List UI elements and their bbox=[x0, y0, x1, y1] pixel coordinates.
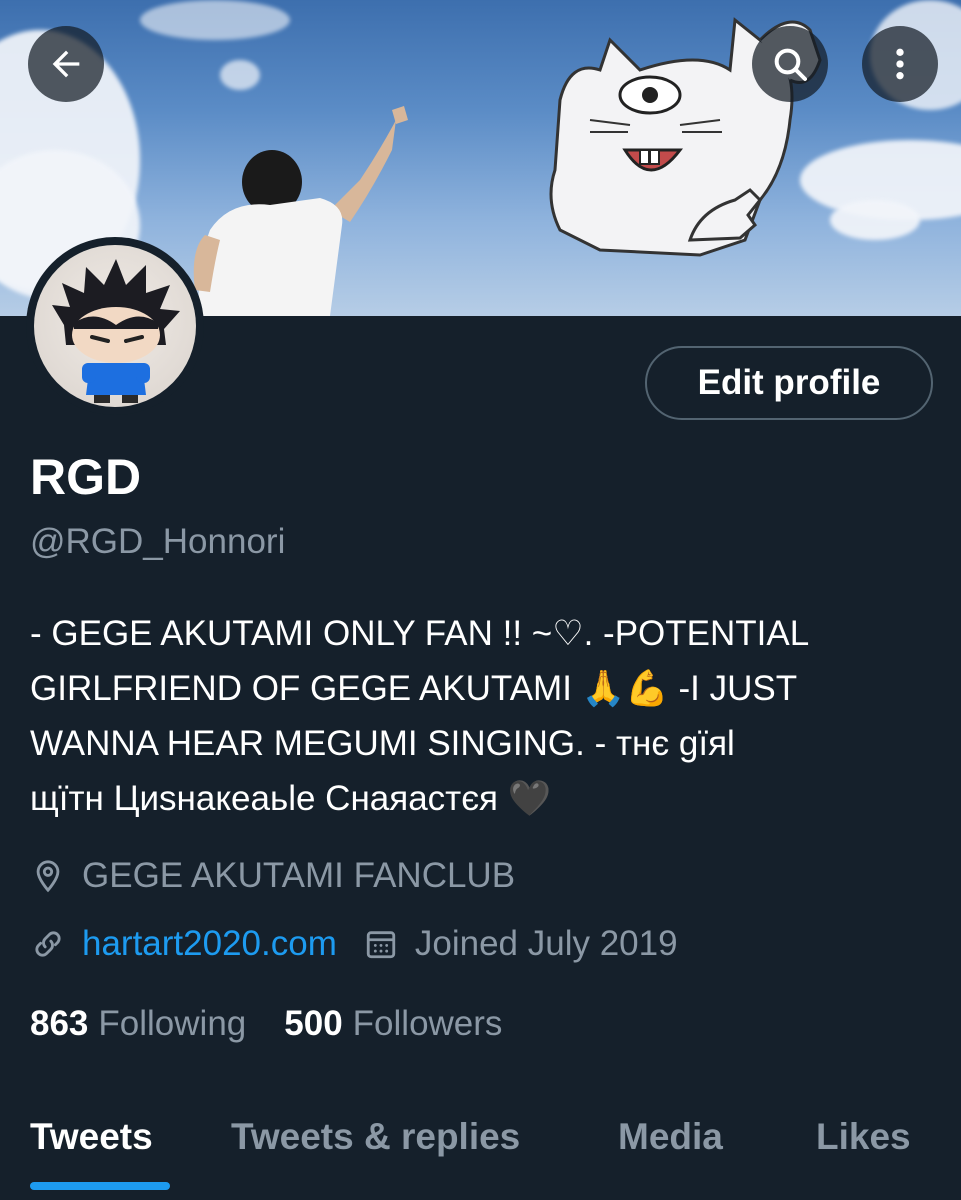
location-text: GEGE AKUTAMI FANCLUB bbox=[82, 856, 516, 895]
calendar-icon bbox=[363, 926, 399, 962]
active-tab-indicator bbox=[30, 1182, 170, 1190]
edit-profile-button[interactable]: Edit profile bbox=[645, 346, 933, 420]
avatar-figure bbox=[52, 259, 180, 403]
link-icon bbox=[30, 926, 66, 962]
bio-line: щїтн Циѕнакеаьlе Снаяастєя 🖤 bbox=[30, 779, 552, 818]
follow-counts: 863 Following 500 Followers bbox=[30, 1004, 502, 1044]
following-link[interactable]: 863 Following bbox=[30, 1004, 246, 1044]
followers-count: 500 bbox=[284, 1004, 343, 1043]
followers-link[interactable]: 500 Followers bbox=[284, 1004, 502, 1044]
more-button[interactable] bbox=[862, 26, 938, 102]
handle: @RGD_Honnori bbox=[30, 522, 286, 561]
following-count: 863 bbox=[30, 1004, 89, 1043]
bio-line: WANNA HEAR MEGUMI SINGING. - тнє gїяl bbox=[30, 724, 735, 763]
arrow-left-icon bbox=[52, 50, 80, 78]
location-pin-icon bbox=[30, 858, 66, 894]
profile-tabs: Tweets Tweets & replies Media Likes bbox=[0, 1100, 961, 1200]
tab-likes[interactable]: Likes bbox=[816, 1116, 911, 1158]
location-row: GEGE AKUTAMI FANCLUB bbox=[30, 856, 515, 896]
website-joined-row: hartart2020.com Joined July 2019 bbox=[30, 924, 678, 964]
more-vertical-icon bbox=[896, 48, 904, 80]
search-button[interactable] bbox=[752, 26, 828, 102]
back-button[interactable] bbox=[28, 26, 104, 102]
following-label: Following bbox=[98, 1004, 247, 1043]
search-icon bbox=[774, 48, 807, 81]
joined-text: Joined July 2019 bbox=[414, 924, 678, 963]
bio-line: GIRLFRIEND OF GEGE AKUTAMI 🙏💪 -I JUST bbox=[30, 669, 798, 708]
display-name: RGD bbox=[30, 449, 142, 505]
tab-tweets[interactable]: Tweets bbox=[30, 1116, 153, 1158]
avatar[interactable] bbox=[26, 237, 204, 415]
tab-media[interactable]: Media bbox=[618, 1116, 723, 1158]
tab-tweets-replies[interactable]: Tweets & replies bbox=[231, 1116, 520, 1158]
followers-label: Followers bbox=[352, 1004, 503, 1043]
website-link[interactable]: hartart2020.com bbox=[82, 924, 337, 964]
bio: - GEGE AKUTAMI ONLY FAN !! ~♡. -POTENTIA… bbox=[30, 606, 935, 826]
bio-line: - GEGE AKUTAMI ONLY FAN !! ~♡. -POTENTIA… bbox=[30, 614, 810, 653]
